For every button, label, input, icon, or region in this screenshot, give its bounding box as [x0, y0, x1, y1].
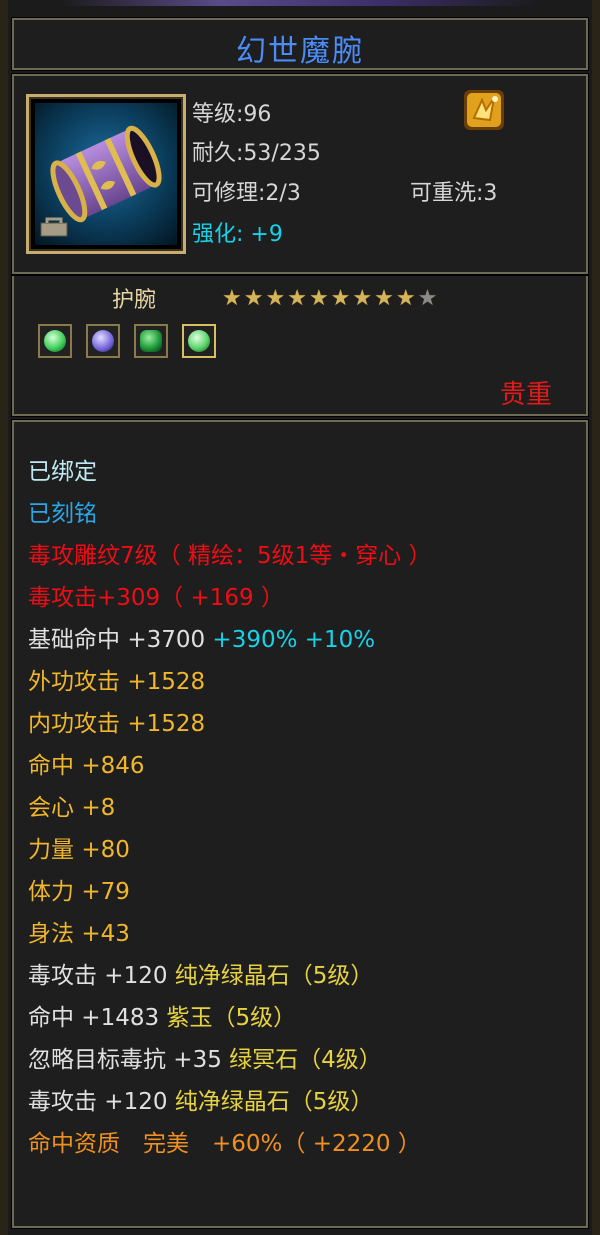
gem-stat-line-3: 忽略目标毒抗 +35 绿冥石（4级）: [28, 1040, 382, 1074]
gem-name: 绿冥石（4级）: [229, 1047, 382, 1073]
durability-label: 耐久:: [192, 141, 244, 166]
gem-stat-line-4: 毒攻击 +120 纯净绿晶石（5级）: [28, 1082, 373, 1116]
gem-dot: [44, 330, 66, 352]
stamina-line: 体力 +79: [28, 872, 130, 906]
gem-name: 紫玉（5级）: [166, 1005, 297, 1031]
stat-value: +43: [81, 921, 130, 947]
enhance-line: 强化: +9: [192, 216, 283, 248]
external-attack-line: 外功攻击 +1528: [28, 662, 205, 696]
stat-value: +846: [81, 753, 145, 779]
base-hit-value: +3700: [127, 627, 206, 653]
star-icon: ★: [352, 286, 375, 311]
hit-line: 命中 +846: [28, 746, 144, 780]
level-value: 96: [243, 102, 272, 127]
top-glow: [60, 0, 540, 6]
type-panel: 护腕 ★★★★★★★★★★ 贵重: [11, 275, 589, 417]
purple-gem-icon[interactable]: [86, 324, 120, 358]
star-icon: ★: [222, 286, 244, 311]
star-icon: ★: [287, 286, 309, 311]
durability-value: 53/235: [243, 141, 321, 166]
item-title: 幻世魔腕: [236, 34, 364, 69]
green-gem-icon[interactable]: [38, 324, 72, 358]
stat-value: +1528: [127, 669, 206, 695]
rewash-value: 3: [483, 181, 498, 206]
gold-rune-icon[interactable]: [462, 88, 506, 132]
gem-dot: [140, 330, 162, 352]
star-icon: ★: [330, 286, 353, 311]
base-hit-name: 基础命中: [28, 627, 128, 653]
green-gem-icon[interactable]: [182, 324, 216, 358]
aptitude-line: 命中资质 完美 +60%（ +2220 ）: [28, 1131, 421, 1157]
gem-stat: 毒攻击 +120: [28, 963, 175, 989]
star-empty-icon: ★: [417, 286, 440, 311]
star-icon: ★: [265, 286, 288, 311]
bound-lock-icon: [40, 217, 68, 237]
star-icon: ★: [374, 286, 396, 311]
stat-name: 内功攻击: [28, 711, 128, 737]
stat-name: 体力: [28, 879, 82, 905]
star-rating: ★★★★★★★★★★: [222, 286, 439, 311]
repair-value: 2/3: [265, 181, 301, 206]
stat-value: +80: [81, 837, 130, 863]
star-icon: ★: [308, 286, 331, 311]
enhance-value: +9: [250, 222, 283, 247]
star-icon: ★: [243, 286, 266, 311]
stat-name: 外功攻击: [28, 669, 128, 695]
item-icon-frame[interactable]: [26, 94, 186, 254]
gem-stat: 忽略目标毒抗 +35: [28, 1047, 230, 1073]
stat-name: 会心: [28, 795, 82, 821]
stat-name: 身法: [28, 921, 82, 947]
base-hit-line: 基础命中 +3700 +390% +10%: [28, 620, 375, 654]
base-hit-bonus: +390% +10%: [205, 627, 376, 653]
gem-stat-line-2: 命中 +1483 紫玉（5级）: [28, 998, 296, 1032]
level-line: 等级:96: [192, 96, 271, 128]
gem-stat: 毒攻击 +120: [28, 1089, 175, 1115]
repair-label: 可修理:: [192, 181, 266, 206]
level-label: 等级:: [192, 102, 244, 127]
gem-dot: [188, 330, 210, 352]
type-label: 护腕: [112, 288, 157, 313]
title-panel: 幻世魔腕: [11, 17, 589, 71]
rewash-line: 可重洗:3: [410, 175, 497, 207]
enhance-label: 强化:: [192, 222, 244, 247]
gem-dot: [92, 330, 114, 352]
bound-status: 已绑定: [28, 459, 97, 485]
stat-value: +79: [81, 879, 130, 905]
rewash-label: 可重洗:: [410, 181, 484, 206]
item-info-panel: 等级:96 耐久:53/235 可修理:2/3 可重洗:3 强化: +9: [11, 73, 589, 275]
strength-line: 力量 +80: [28, 830, 130, 864]
quality-label: 贵重: [499, 380, 552, 410]
emerald-gem-icon[interactable]: [134, 324, 168, 358]
gem-stat-line-1: 毒攻击 +120 纯净绿晶石（5级）: [28, 956, 373, 990]
durability-line: 耐久:53/235: [192, 135, 321, 167]
stat-value: +1528: [127, 711, 206, 737]
agility-line: 身法 +43: [28, 914, 130, 948]
stat-value: +8: [81, 795, 116, 821]
crit-line: 会心 +8: [28, 788, 115, 822]
repair-line: 可修理:2/3: [192, 175, 301, 207]
engraved-status: 已刻铭: [28, 501, 97, 527]
attribute-panel: 已绑定 已刻铭 毒攻雕纹7级（ 精绘：5级1等・穿心 ） 毒攻击+309（ +1…: [11, 419, 589, 1229]
star-icon: ★: [395, 286, 418, 311]
internal-attack-line: 内功攻击 +1528: [28, 704, 205, 738]
stat-name: 力量: [28, 837, 82, 863]
carving-line: 毒攻雕纹7级（ 精绘：5级1等・穿心 ）: [28, 543, 432, 569]
stat-name: 命中: [28, 753, 82, 779]
carving-attack-line: 毒攻击+309（ +169 ）: [28, 585, 284, 611]
gem-stat: 命中 +1483: [28, 1005, 167, 1031]
gem-name: 纯净绿晶石（5级）: [174, 963, 374, 989]
gem-name: 纯净绿晶石（5级）: [174, 1089, 374, 1115]
